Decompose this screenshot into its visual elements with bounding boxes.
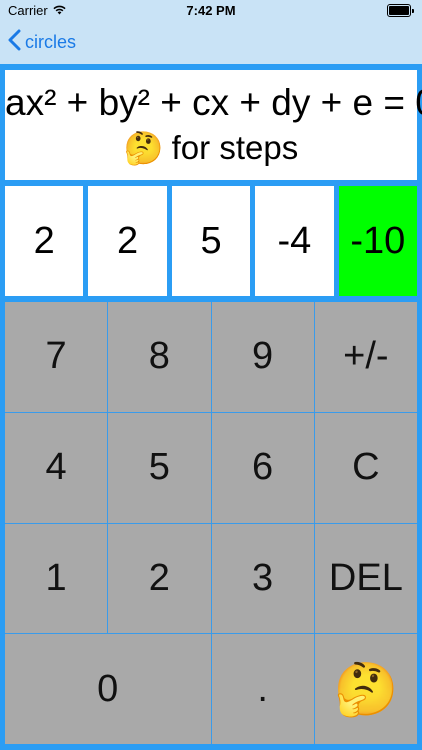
coefficient-e-cell[interactable]: -10 bbox=[338, 186, 418, 296]
delete-key[interactable]: DEL bbox=[314, 523, 417, 634]
battery-icon bbox=[387, 4, 414, 17]
coefficient-b-cell[interactable]: 2 bbox=[88, 186, 167, 296]
status-time: 7:42 PM bbox=[186, 3, 236, 18]
equation-text: ax² + by² + cx + dy + e = 0 bbox=[5, 82, 422, 123]
coefficient-a-cell[interactable]: 2 bbox=[5, 186, 84, 296]
key-8[interactable]: 8 bbox=[108, 302, 211, 412]
thinking-face-icon: 🤔 bbox=[123, 130, 164, 166]
steps-key[interactable]: 🤔 bbox=[314, 634, 417, 744]
chevron-left-icon bbox=[8, 29, 21, 56]
navigation-bar: circles bbox=[0, 22, 422, 64]
decimal-key[interactable]: . bbox=[211, 634, 314, 744]
key-5[interactable]: 5 bbox=[108, 412, 211, 523]
key-0[interactable]: 0 bbox=[5, 634, 211, 744]
coefficient-c-cell[interactable]: 5 bbox=[171, 186, 251, 296]
steps-label: for steps bbox=[171, 129, 299, 166]
battery-level bbox=[389, 6, 409, 15]
key-7[interactable]: 7 bbox=[5, 302, 108, 412]
key-3[interactable]: 3 bbox=[211, 523, 314, 634]
steps-hint[interactable]: 🤔 for steps bbox=[5, 131, 417, 165]
sign-toggle-key[interactable]: +/- bbox=[314, 302, 417, 412]
back-label: circles bbox=[25, 32, 77, 52]
key-1[interactable]: 1 bbox=[5, 523, 108, 634]
back-button[interactable]: circles bbox=[8, 29, 76, 56]
key-6[interactable]: 6 bbox=[211, 412, 314, 523]
coefficient-row: 2 2 5 -4 -10 bbox=[5, 186, 418, 296]
status-bar: Carrier 7:42 PM bbox=[0, 0, 422, 22]
keypad: 7 8 9 +/- 4 5 6 C 1 2 3 DEL 0. 🤔 bbox=[5, 302, 417, 744]
key-4[interactable]: 4 bbox=[5, 412, 108, 523]
clear-key[interactable]: C bbox=[314, 412, 417, 523]
coefficient-d-cell[interactable]: -4 bbox=[255, 186, 334, 296]
key-2[interactable]: 2 bbox=[108, 523, 211, 634]
equation-panel[interactable]: ax² + by² + cx + dy + e = 0 🤔 for steps bbox=[5, 70, 422, 180]
key-9[interactable]: 9 bbox=[211, 302, 314, 412]
